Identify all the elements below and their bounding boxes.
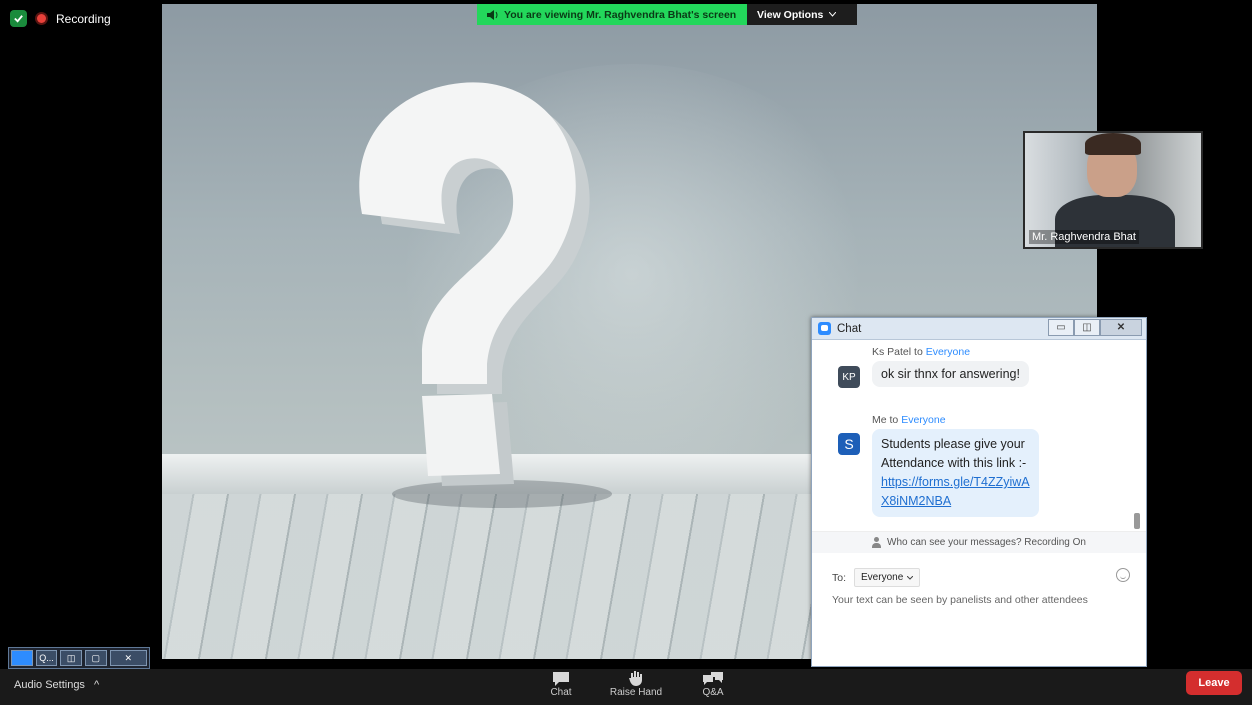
screen-share-banner: You are viewing Mr. Raghvendra Bhat's sc… (477, 4, 857, 25)
viewing-banner: You are viewing Mr. Raghvendra Bhat's sc… (477, 4, 747, 25)
chat-button[interactable]: Chat (531, 665, 591, 698)
chevron-down-icon (907, 575, 914, 580)
message-sender: Ks Patel (872, 346, 912, 358)
window-controls: ▭ ◫ ✕ (1048, 319, 1142, 336)
chat-title: Chat (837, 322, 862, 335)
meeting-toolbar: Audio Settings ^ Chat Raise Hand Q&A Lea… (0, 669, 1252, 705)
audio-settings-label: Audio Settings (14, 679, 85, 691)
message-header: Ks Patel to Everyone (872, 346, 970, 358)
raise-hand-button[interactable]: Raise Hand (606, 665, 666, 698)
visibility-text: Who can see your messages? Recording On (887, 537, 1086, 548)
chevron-down-icon (829, 12, 837, 17)
message-header: Me to Everyone (872, 414, 946, 426)
attendance-link[interactable]: https://forms.gle/T4ZZyiwAX8iNM2NBA (881, 473, 1030, 511)
people-icon (872, 537, 883, 548)
close-icon[interactable]: ✕ (1100, 319, 1142, 336)
panel-label: Q... (35, 650, 58, 666)
avatar: KP (838, 366, 860, 388)
view-options-label: View Options (757, 8, 824, 21)
recipient-row: To: Everyone (832, 568, 921, 587)
chat-window[interactable]: Chat ▭ ◫ ✕ Ks Patel to Everyone KP ok si… (811, 317, 1147, 667)
emoji-icon[interactable] (1116, 568, 1130, 582)
message-text: Students please give your Attendance wit… (881, 437, 1027, 470)
chat-icon (818, 322, 831, 335)
speaker-icon (487, 9, 498, 20)
recipient-value: Everyone (861, 572, 904, 583)
panel-app-icon[interactable] (11, 650, 33, 666)
restore-icon[interactable]: ◫ (60, 650, 82, 666)
restore-icon[interactable]: ◫ (1074, 319, 1100, 336)
leave-button[interactable]: Leave (1186, 671, 1242, 695)
message-connector: to (914, 346, 923, 358)
chat-compose: To: Everyone (812, 554, 1146, 666)
chat-icon (553, 672, 569, 686)
meeting-status: Recording (10, 10, 111, 27)
chat-message-input[interactable] (832, 594, 1132, 606)
recording-dot-icon (37, 14, 46, 23)
message-recipient[interactable]: Everyone (901, 414, 945, 426)
participant-video[interactable]: Mr. Raghvendra Bhat (1023, 131, 1203, 249)
avatar: S (838, 433, 860, 455)
chat-label: Chat (550, 687, 572, 698)
viewing-text: You are viewing Mr. Raghvendra Bhat's sc… (504, 8, 737, 21)
message-bubble: ok sir thnx for answering! (872, 361, 1029, 387)
raise-hand-label: Raise Hand (609, 687, 663, 698)
chat-messages[interactable]: Ks Patel to Everyone KP ok sir thnx for … (812, 341, 1146, 531)
scroll-thumb[interactable] (1134, 513, 1140, 529)
audio-settings-button[interactable]: Audio Settings ^ (14, 679, 99, 691)
person-hair (1085, 133, 1141, 155)
qa-icon (703, 672, 723, 685)
qa-label: Q&A (702, 687, 724, 698)
participant-name: Mr. Raghvendra Bhat (1029, 230, 1139, 244)
view-options-button[interactable]: View Options (747, 4, 857, 25)
visibility-note[interactable]: Who can see your messages? Recording On (812, 531, 1146, 553)
minimized-panel[interactable]: Q... ◫ ▢ ✕ (8, 647, 150, 669)
chevron-up-icon: ^ (94, 679, 100, 691)
question-mark-image (359, 82, 612, 508)
maximize-icon[interactable]: ▢ (84, 650, 107, 666)
message-recipient[interactable]: Everyone (926, 346, 970, 358)
recording-label: Recording (56, 11, 111, 26)
raise-hand-icon (629, 671, 642, 686)
close-icon[interactable]: ✕ (109, 650, 147, 666)
to-label: To: (832, 571, 847, 584)
shield-check-icon[interactable] (10, 10, 27, 27)
minimize-icon[interactable]: ▭ (1048, 319, 1074, 336)
chat-titlebar[interactable]: Chat ▭ ◫ ✕ (812, 318, 1146, 340)
message-bubble: Students please give your Attendance wit… (872, 429, 1039, 517)
message-connector: to (889, 414, 899, 426)
qa-button[interactable]: Q&A (683, 665, 743, 698)
chat-scrollbar[interactable] (1134, 343, 1140, 531)
message-sender: Me (872, 414, 887, 426)
recipient-select[interactable]: Everyone (854, 568, 921, 587)
